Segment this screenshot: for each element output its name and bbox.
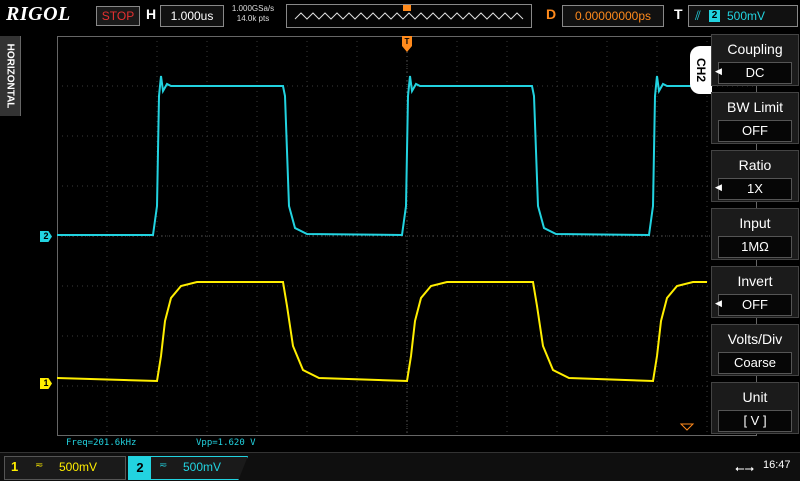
left-arrow-icon: ◀ — [715, 182, 722, 192]
softkey-ratio[interactable]: Ratio 1X ◀ — [711, 150, 799, 202]
softkey-title: Invert — [737, 273, 773, 289]
ch2-status[interactable]: 2 ≂ 500mV — [128, 456, 248, 480]
sample-rate-info: 1.000GSa/s 14.0k pts — [228, 4, 278, 24]
channel-menu-tab-label: CH2 — [694, 57, 708, 83]
vpp-measurement: Vpp=1.620 V — [196, 438, 256, 448]
softkey-title: Coupling — [727, 41, 783, 57]
horizontal-side-tab-label: HORIZONTAL — [4, 43, 16, 109]
softkey-menu: Coupling DC ◀ BW Limit OFF Ratio 1X ◀ Input 1MΩ In… — [711, 32, 800, 450]
top-status-bar: RIGOL STOP H 1.000us 1.000GSa/s 14.0k pt… — [0, 0, 800, 30]
bottom-status-bar: 1 ≂ 500mV 2 ≂ 500mV ⭠⭢ 16:47 — [0, 452, 800, 481]
ch1-number: 1 — [11, 459, 19, 474]
clock: 16:47 — [763, 459, 791, 471]
softkey-input[interactable]: Input 1MΩ — [711, 208, 799, 260]
delay-label: D — [546, 6, 557, 22]
memory-depth: 14.0k pts — [236, 14, 270, 23]
memory-overview[interactable] — [286, 4, 532, 28]
memory-overview-waveform — [294, 5, 524, 20]
ch2-number: 2 — [129, 457, 151, 479]
brand-logo: RIGOL — [6, 3, 71, 25]
freq-measurement: Freq=201.6kHz — [66, 438, 137, 448]
trigger-source: 2 — [709, 10, 720, 22]
horizontal-label: H — [146, 6, 157, 22]
ch1-ground-marker[interactable]: 1 — [40, 378, 52, 389]
trigger-position-icon — [403, 5, 411, 11]
softkey-value: Coarse — [718, 352, 792, 374]
delay-value[interactable]: 0.00000000ps — [562, 5, 664, 27]
sample-rate: 1.000GSa/s — [231, 4, 275, 13]
left-arrow-icon: ◀ — [715, 66, 722, 76]
softkey-unit[interactable]: Unit [ V ] — [711, 382, 799, 434]
softkey-title: Input — [739, 215, 771, 231]
waveform-display[interactable]: T — [57, 36, 757, 436]
ch1-scale: 500mV — [59, 460, 98, 474]
left-arrow-icon: ◀ — [715, 298, 722, 308]
softkey-coupling[interactable]: Coupling DC ◀ — [711, 34, 799, 86]
trigger-level: 500mV — [727, 9, 766, 23]
softkey-value: OFF — [718, 120, 792, 142]
softkey-value: 1X — [718, 178, 792, 200]
softkey-invert[interactable]: Invert OFF ◀ — [711, 266, 799, 318]
rising-edge-icon: ⫽ — [695, 8, 701, 23]
softkey-bw-limit[interactable]: BW Limit OFF — [711, 92, 799, 144]
ch1-coupling-icon: ≂ — [35, 460, 44, 471]
channel-menu-tab[interactable]: CH2 — [690, 46, 712, 94]
softkey-value: OFF — [718, 294, 792, 316]
ch2-scale: 500mV — [183, 460, 222, 474]
ch2-ground-marker[interactable]: 2 — [40, 231, 52, 242]
usb-icon: ⭠⭢ — [735, 461, 755, 475]
softkey-title: BW Limit — [727, 99, 783, 115]
softkey-value: [ V ] — [718, 410, 792, 432]
softkey-title: Unit — [742, 389, 768, 405]
softkey-title: Volts/Div — [727, 331, 783, 347]
run-stop-status[interactable]: STOP — [96, 6, 140, 26]
trigger-settings[interactable]: ⫽ 2 500mV — [688, 5, 798, 27]
ch1-status[interactable]: 1 ≂ 500mV — [4, 456, 126, 480]
trigger-label: T — [674, 6, 683, 22]
ch2-coupling-icon: ≂ — [159, 460, 168, 471]
softkey-title: Ratio — [738, 157, 772, 173]
timebase-value[interactable]: 1.000us — [160, 5, 224, 27]
svg-text:T: T — [405, 37, 410, 46]
softkey-volts-div[interactable]: Volts/Div Coarse — [711, 324, 799, 376]
softkey-value: DC — [718, 62, 792, 84]
horizontal-side-tab[interactable]: HORIZONTAL — [0, 36, 21, 116]
softkey-value: 1MΩ — [718, 236, 792, 258]
